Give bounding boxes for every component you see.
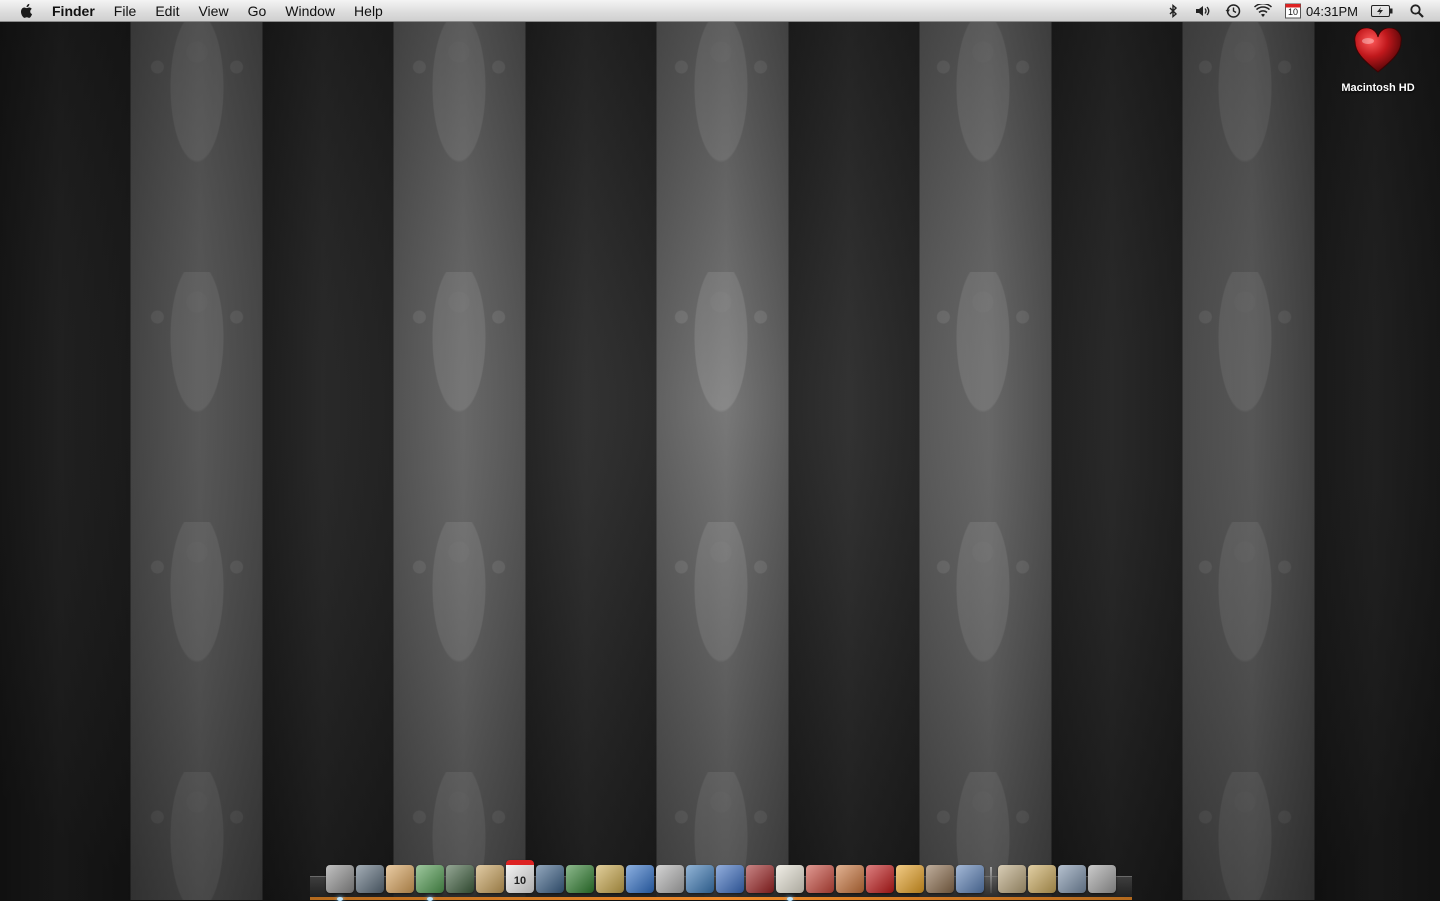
xcode-icon[interactable] xyxy=(536,865,564,893)
calendar-icon[interactable]: 10 xyxy=(1284,2,1302,20)
menu-go[interactable]: Go xyxy=(248,0,267,22)
desktop xyxy=(0,0,1440,900)
envelope-icon[interactable] xyxy=(806,865,834,893)
menu-bar: Finder File Edit View Go Window Help 10 … xyxy=(0,0,1440,22)
wallpaper-pattern xyxy=(917,22,1049,900)
dashboard-icon[interactable] xyxy=(356,865,384,893)
battery-icon[interactable] xyxy=(1370,2,1394,20)
ical-icon[interactable]: 10 xyxy=(506,860,534,893)
spaces-icon[interactable] xyxy=(956,865,984,893)
dock-separator xyxy=(990,867,992,893)
quill-icon[interactable] xyxy=(476,865,504,893)
wallpaper-pattern xyxy=(655,22,787,900)
wallpaper-pattern xyxy=(393,22,525,900)
address-book-icon[interactable] xyxy=(446,865,474,893)
photo-booth-icon[interactable] xyxy=(656,865,684,893)
menu-app-finder[interactable]: Finder xyxy=(52,0,95,22)
desktop-icon-macintosh-hd[interactable]: Macintosh HD xyxy=(1338,28,1418,94)
book-icon[interactable] xyxy=(776,865,804,901)
stocks-icon[interactable] xyxy=(566,865,594,893)
wallpaper-pattern xyxy=(1179,22,1311,900)
pen-icon[interactable] xyxy=(716,865,744,893)
running-indicator xyxy=(787,897,793,901)
bluetooth-icon[interactable] xyxy=(1164,2,1182,20)
jar-icon[interactable] xyxy=(896,865,924,893)
spotlight-icon[interactable] xyxy=(1408,2,1426,20)
time-machine-icon[interactable] xyxy=(1224,2,1242,20)
volume-icon[interactable] xyxy=(1194,2,1212,20)
script-icon[interactable] xyxy=(926,865,954,893)
menu-file[interactable]: File xyxy=(114,0,137,22)
todo-icon[interactable] xyxy=(626,865,654,893)
downloads-stack-icon[interactable] xyxy=(998,865,1026,893)
wallpaper-pattern xyxy=(131,22,263,900)
wifi-icon[interactable] xyxy=(1253,2,1272,20)
finder-icon[interactable] xyxy=(326,865,354,901)
status-area: 10 04:31PM xyxy=(1152,0,1440,22)
calendar-day: 10 xyxy=(1287,7,1298,17)
maps-icon[interactable] xyxy=(416,865,444,901)
running-indicator xyxy=(337,897,343,901)
dock-calendar-day: 10 xyxy=(513,875,527,887)
applications-stack-icon[interactable] xyxy=(1058,865,1086,893)
dictionary-icon[interactable] xyxy=(746,865,774,893)
preview-icon[interactable] xyxy=(836,865,864,893)
mail-icon[interactable] xyxy=(386,865,414,893)
trash-icon[interactable] xyxy=(1088,865,1116,893)
heart-drive-icon xyxy=(1354,28,1402,73)
dock-items: 10 xyxy=(326,860,1118,901)
compass-icon[interactable] xyxy=(596,865,624,893)
running-indicator xyxy=(427,897,433,901)
menu-clock[interactable]: 04:31PM xyxy=(1306,4,1358,19)
globe-icon[interactable] xyxy=(686,865,714,893)
dock: 10 xyxy=(310,855,1132,901)
desktop-icon-label: Macintosh HD xyxy=(1341,82,1415,94)
apple-menu-icon[interactable] xyxy=(18,2,36,20)
menu-help[interactable]: Help xyxy=(354,0,383,22)
documents-stack-icon[interactable] xyxy=(1028,865,1056,893)
record-icon[interactable] xyxy=(866,865,894,893)
menu-window[interactable]: Window xyxy=(285,0,335,22)
menu-view[interactable]: View xyxy=(198,0,228,22)
menu-edit[interactable]: Edit xyxy=(155,0,179,22)
